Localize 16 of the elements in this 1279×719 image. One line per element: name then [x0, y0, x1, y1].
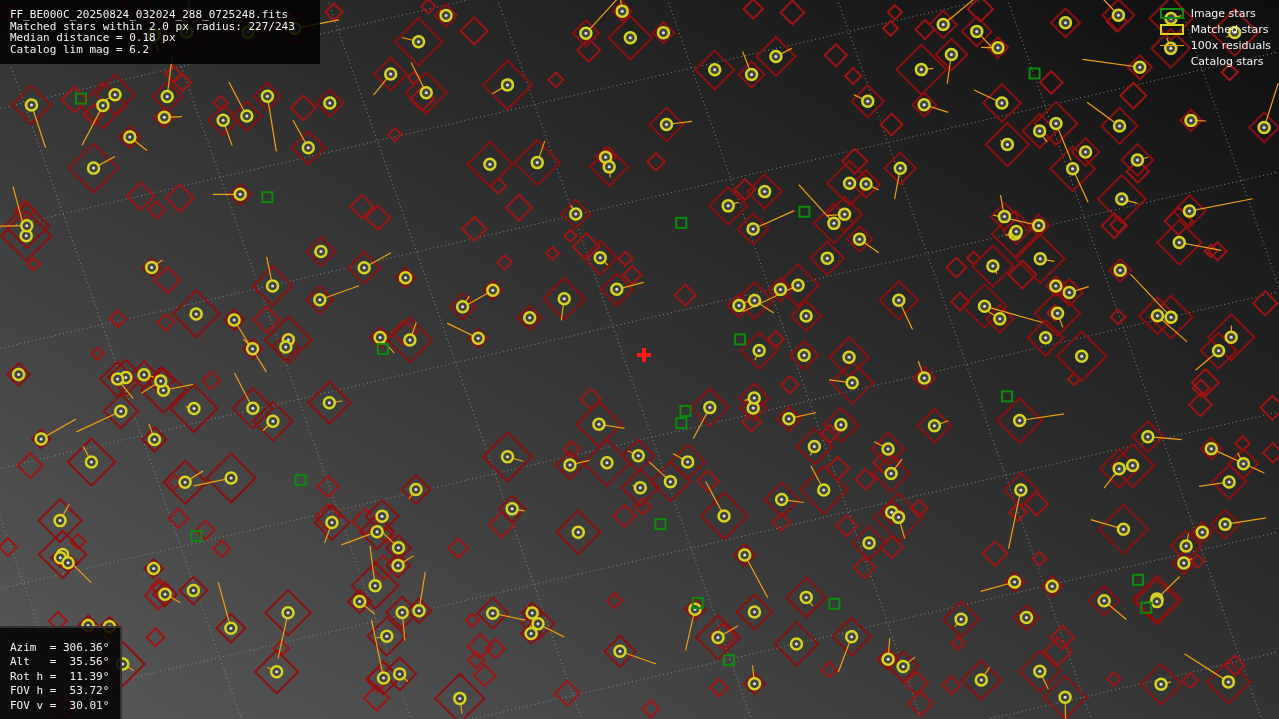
pointing-line: FOV v = 30.01°	[10, 698, 110, 713]
info-line: FF_BE000C_20250824_032024_288_0725248.fits	[10, 9, 290, 21]
legend-symbol-icon	[1159, 8, 1184, 19]
center-cross-icon	[637, 348, 651, 362]
legend-symbol-icon	[1159, 24, 1184, 35]
legend-label: Image stars	[1190, 7, 1256, 20]
pointing-line: FOV h = 53.72°	[10, 684, 110, 699]
pointing-line: Azim = 306.36°	[10, 640, 110, 655]
pointing-line: Alt = 35.56°	[10, 655, 110, 670]
pointing-line: Rot h = 11.39°	[10, 669, 110, 684]
info-line: Matched stars within 2.0 px radius: 227/243	[10, 20, 296, 32]
legend-label: 100x residuals	[1190, 39, 1271, 52]
info-line: Median distance = 0.18 px	[10, 32, 176, 44]
info-line: Catalog lim mag = 6.2	[10, 43, 151, 55]
legend-line-icon	[1159, 45, 1184, 46]
legend-label: Catalog stars	[1190, 55, 1264, 68]
